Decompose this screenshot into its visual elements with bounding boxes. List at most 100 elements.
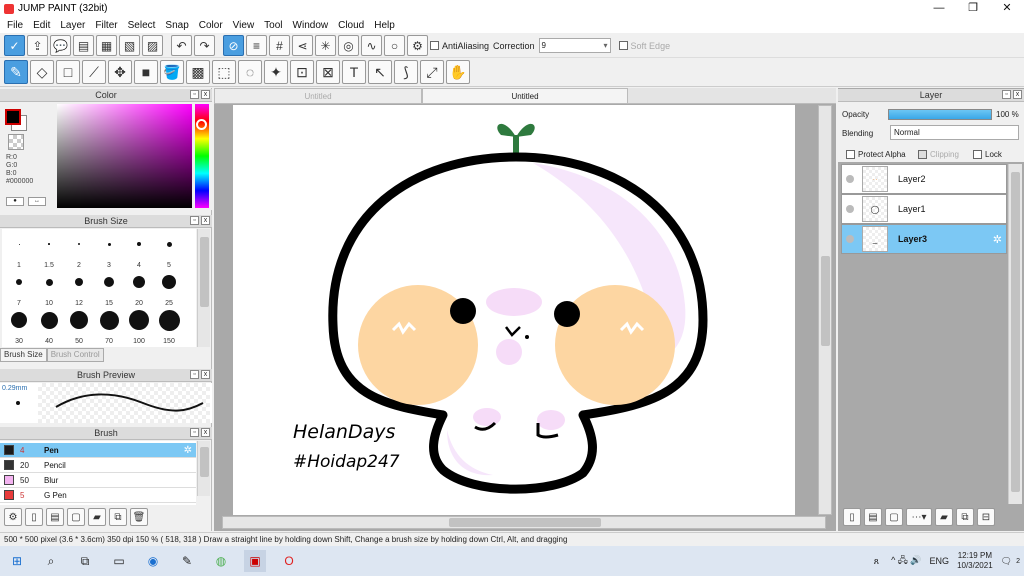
brush-menu-icon[interactable]: ▤ <box>46 508 64 526</box>
folder-icon[interactable]: ▰ <box>88 508 106 526</box>
brush-size-cell[interactable]: 40 <box>34 309 64 345</box>
brush-item-pencil[interactable]: 20 Pencil <box>0 458 196 473</box>
panel-close-icon[interactable]: x <box>201 428 210 437</box>
eyedropper-icon[interactable]: ⤢ <box>420 60 444 84</box>
visibility-icon[interactable] <box>846 235 854 243</box>
menu-view[interactable]: View <box>228 20 260 31</box>
brush-size-cell[interactable]: 150 <box>154 309 184 345</box>
panel-close-icon[interactable]: x <box>201 216 210 225</box>
text-tool-icon[interactable]: T <box>342 60 366 84</box>
lock-checkbox[interactable] <box>973 150 982 159</box>
antialiasing-checkbox[interactable] <box>430 41 439 50</box>
bucket-icon[interactable]: 🪣 <box>160 60 184 84</box>
doc-tab-1[interactable]: Untitled <box>214 88 422 104</box>
gradient-icon[interactable]: ▩ <box>186 60 210 84</box>
gear-icon[interactable]: ✲ <box>184 445 192 456</box>
protect-alpha-checkbox[interactable] <box>846 150 855 159</box>
new-layer-icon[interactable]: ▯ <box>843 508 861 526</box>
circle-icon[interactable]: ○ <box>384 35 405 56</box>
brush-size-cell[interactable]: 70 <box>94 309 124 345</box>
lasso-arrow-icon[interactable]: ↖ <box>368 60 392 84</box>
clipping-checkbox[interactable] <box>918 150 927 159</box>
opera-icon[interactable]: O <box>278 550 300 572</box>
undo-icon[interactable]: ↶ <box>171 35 192 56</box>
rectangle-icon[interactable]: □ <box>56 60 80 84</box>
perspective-icon[interactable]: ⋖ <box>292 35 313 56</box>
brush-size-cell[interactable]: 2 <box>64 233 94 269</box>
select-rect-icon[interactable]: ⬚ <box>212 60 236 84</box>
panel-close-icon[interactable]: x <box>201 90 210 99</box>
opacity-slider[interactable] <box>888 109 992 120</box>
windows-start-icon[interactable]: ⊞ <box>6 550 28 572</box>
fill-rect-icon[interactable]: ■ <box>134 60 158 84</box>
tab-brush-size[interactable]: Brush Size <box>0 348 47 362</box>
hue-handle[interactable] <box>196 119 207 130</box>
menu-help[interactable]: Help <box>369 20 400 31</box>
brush-size-cell[interactable]: 12 <box>64 271 94 307</box>
canvas-horizontal-scrollbar[interactable] <box>222 516 826 529</box>
menu-file[interactable]: File <box>2 20 28 31</box>
layer-list-scrollbar[interactable] <box>1008 164 1022 504</box>
panel-float-icon[interactable]: ▫ <box>190 370 199 379</box>
saturation-value-picker[interactable] <box>57 104 192 208</box>
panel-float-icon[interactable]: ▫ <box>190 428 199 437</box>
color-swap-button[interactable]: ↔ <box>28 197 46 206</box>
brush-size-cell[interactable]: 15 <box>94 271 124 307</box>
merge-icon[interactable]: ⊟ <box>977 508 995 526</box>
radial-icon[interactable]: ✳ <box>315 35 336 56</box>
brush-size-cell[interactable]: 25 <box>154 271 184 307</box>
brush-size-cell[interactable]: 1 <box>4 233 34 269</box>
panel-float-icon[interactable]: ▫ <box>1002 90 1011 99</box>
gear-icon[interactable]: ✲ <box>993 233 1002 246</box>
panel-close-icon[interactable]: x <box>1013 90 1022 99</box>
menu-layer[interactable]: Layer <box>55 20 90 31</box>
brush-size-scrollbar[interactable] <box>197 229 210 347</box>
line-tool-icon[interactable]: ⟋ <box>82 60 106 84</box>
close-button[interactable]: ✕ <box>990 0 1024 17</box>
menu-snap[interactable]: Snap <box>160 20 193 31</box>
maximize-button[interactable]: ❐ <box>956 0 990 17</box>
snap-off-icon[interactable]: ⊘ <box>223 35 244 56</box>
check-icon[interactable]: ✓ <box>4 35 25 56</box>
brush-size-cell[interactable]: 30 <box>4 309 34 345</box>
brush-size-cell[interactable]: 100 <box>124 309 154 345</box>
redo-icon[interactable]: ↷ <box>194 35 215 56</box>
grid-snap-icon[interactable]: # <box>269 35 290 56</box>
select-pen-icon[interactable]: ⊡ <box>290 60 314 84</box>
blending-select[interactable]: Normal <box>890 125 1019 140</box>
document-icon[interactable]: ▦ <box>96 35 117 56</box>
concentric-icon[interactable]: ◎ <box>338 35 359 56</box>
grid-document-icon[interactable]: ▧ <box>119 35 140 56</box>
delete-icon[interactable]: 🗑 <box>130 508 148 526</box>
menu-tool[interactable]: Tool <box>259 20 287 31</box>
layer-row-layer1[interactable]: ◯ Layer1 <box>841 194 1007 224</box>
brush-item-gpen[interactable]: 5 G Pen <box>0 488 196 503</box>
comment-icon[interactable]: ▤ <box>73 35 94 56</box>
panel-float-icon[interactable]: ▫ <box>190 90 199 99</box>
app-icon-2[interactable]: ✎ <box>176 550 198 572</box>
panel-close-icon[interactable]: x <box>201 370 210 379</box>
settings-icon[interactable]: ⚙ <box>407 35 428 56</box>
brush-size-cell[interactable]: 3 <box>94 233 124 269</box>
brush-item-blur[interactable]: 50 Blur <box>0 473 196 488</box>
blender-icon[interactable]: ⟆ <box>394 60 418 84</box>
menu-edit[interactable]: Edit <box>28 20 55 31</box>
hand-icon[interactable]: ✋ <box>446 60 470 84</box>
magic-wand-icon[interactable]: ✦ <box>264 60 288 84</box>
clock[interactable]: 12:19 PM 10/3/2021 <box>957 551 993 571</box>
brush-settings-icon[interactable]: ⚙ <box>4 508 22 526</box>
app-icon-3[interactable]: ◍ <box>210 550 232 572</box>
panel-float-icon[interactable]: ▫ <box>190 216 199 225</box>
eraser-icon[interactable]: ◇ <box>30 60 54 84</box>
brush-size-cell[interactable]: 4 <box>124 233 154 269</box>
menu-select[interactable]: Select <box>123 20 161 31</box>
language-indicator[interactable]: ENG <box>930 556 950 566</box>
minimize-button[interactable]: — <box>922 0 956 17</box>
doc-tab-2[interactable]: Untitled <box>422 88 628 104</box>
softedge-checkbox[interactable] <box>618 41 628 50</box>
brush-size-cell[interactable]: 50 <box>64 309 94 345</box>
layer-copy-icon[interactable]: ▤ <box>864 508 882 526</box>
task-view-icon[interactable]: ⧉ <box>74 550 96 572</box>
brush-size-cell[interactable]: 7 <box>4 271 34 307</box>
curve-icon[interactable]: ∿ <box>361 35 382 56</box>
